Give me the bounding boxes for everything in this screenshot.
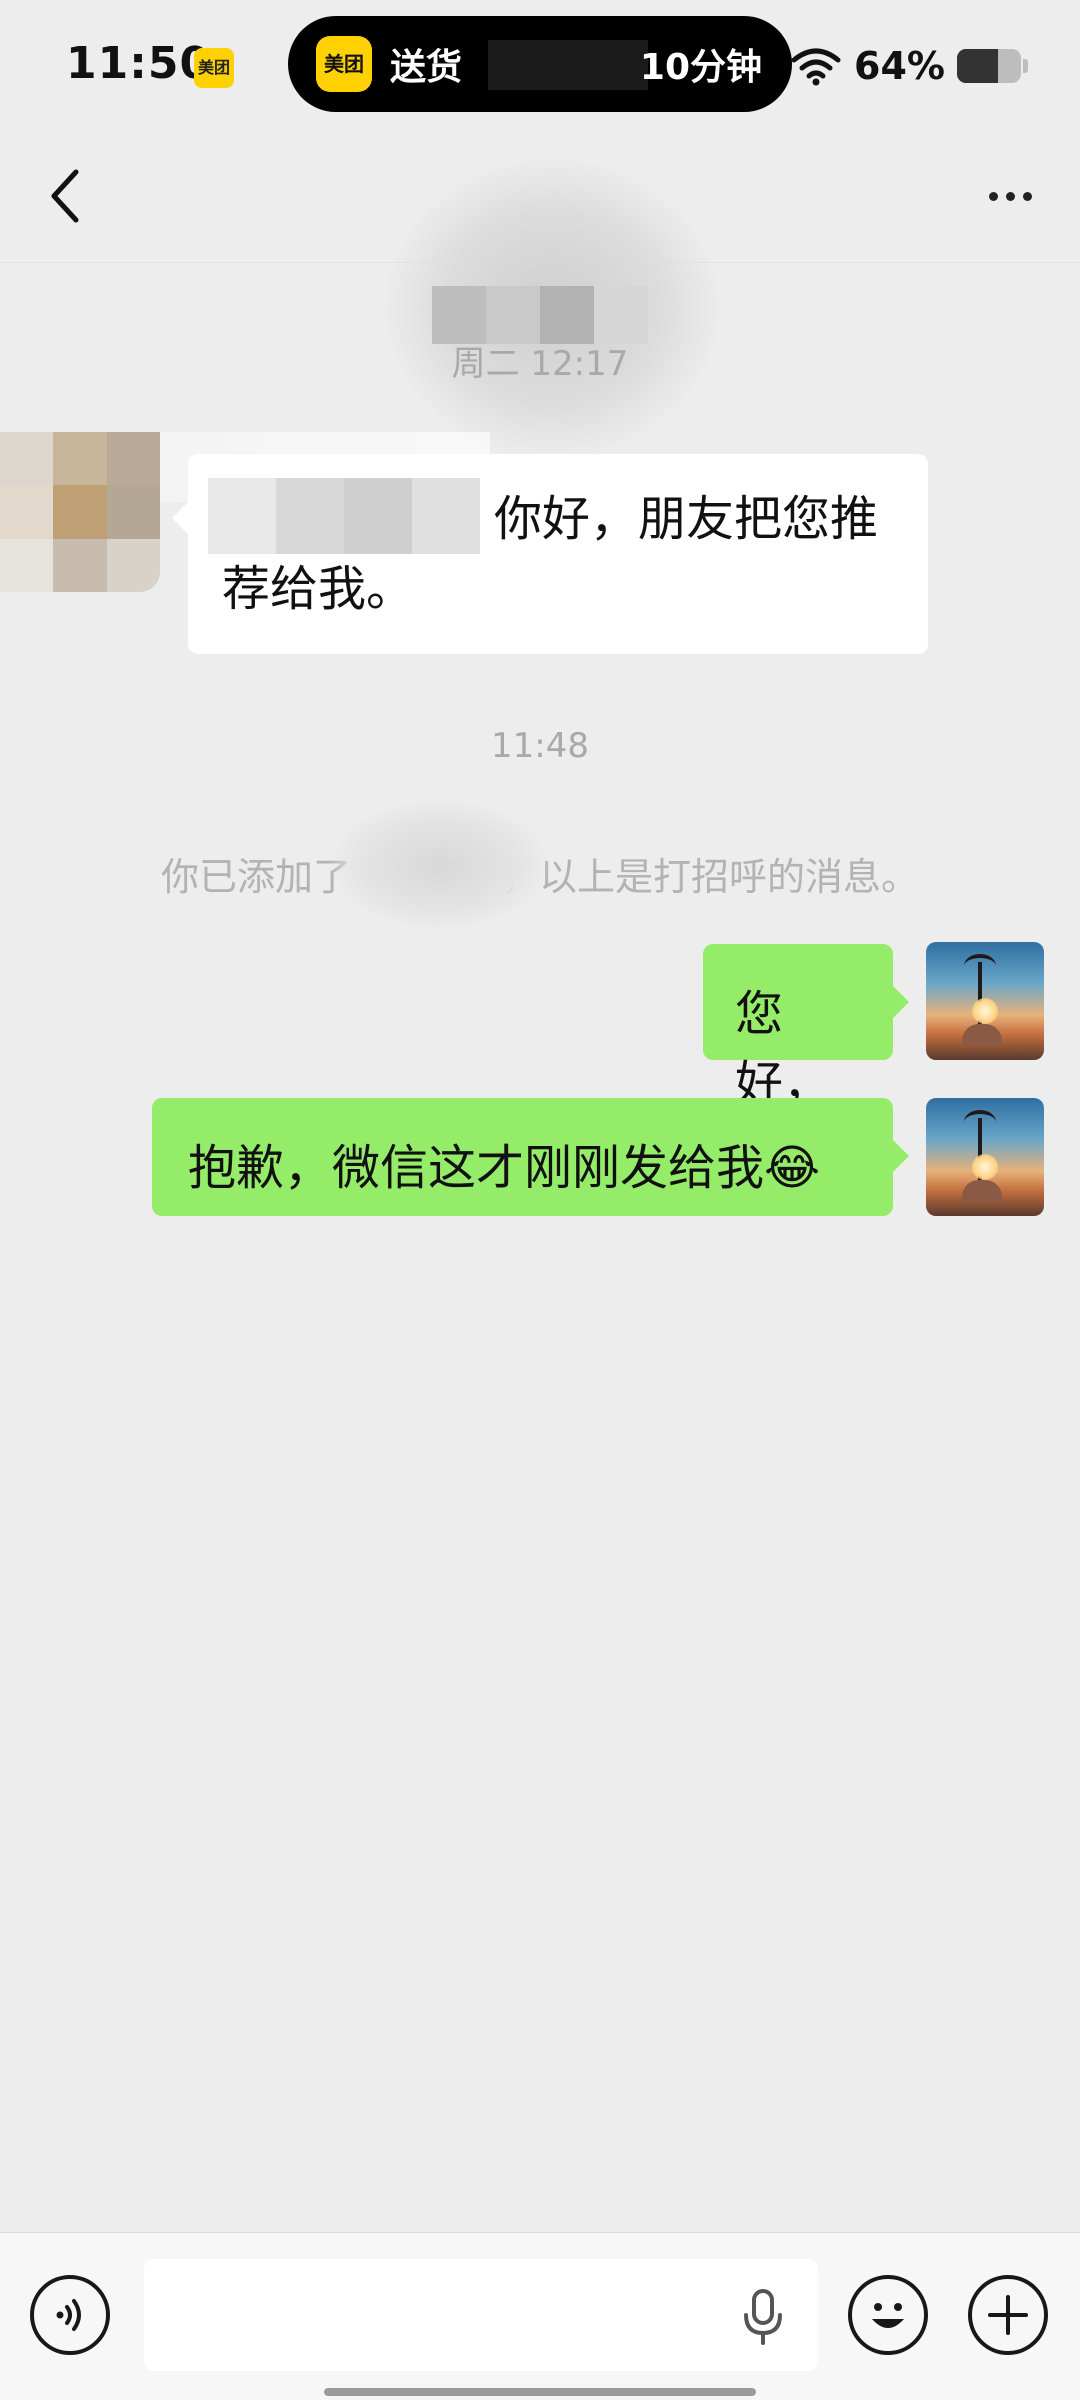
status-icons: 64% — [790, 38, 1028, 94]
emoji-smile-icon — [872, 2303, 904, 2328]
battery-fill — [957, 49, 998, 83]
redacted-block — [330, 800, 550, 930]
more-options-button[interactable] — [970, 156, 1050, 236]
island-app-icon: 美团 — [316, 36, 372, 92]
microphone-icon[interactable] — [740, 2287, 786, 2347]
redacted-block — [208, 478, 480, 554]
battery-nub — [1023, 59, 1028, 73]
my-avatar[interactable] — [926, 942, 1044, 1060]
live-activity-island[interactable]: 美团 送货 10分钟 — [288, 16, 792, 112]
redacted-block — [488, 40, 648, 90]
my-avatar[interactable] — [926, 1098, 1044, 1216]
chat-nav-bar — [0, 130, 1080, 458]
message-text-input[interactable] — [144, 2259, 818, 2371]
battery-icon — [957, 49, 1021, 83]
voice-wave-icon — [56, 2299, 81, 2331]
chat-screen: 11:50 美团 美团 送货 10分钟 64% 周二 12:17 你好，朋友把您… — [0, 0, 1080, 2400]
home-indicator[interactable] — [324, 2388, 756, 2396]
island-eta-text: 10分钟 — [639, 47, 762, 88]
status-bar: 11:50 美团 美团 送货 10分钟 64% — [0, 0, 1080, 130]
outgoing-message-text: 您好， — [735, 986, 832, 1112]
more-dots-icon — [988, 191, 998, 201]
chevron-left-icon — [51, 169, 79, 223]
battery-percent: 64% — [854, 44, 945, 88]
outgoing-message-bubble[interactable]: 您好， — [703, 944, 909, 1112]
incoming-message-bubble[interactable]: 你好，朋友把您推荐给我。 — [172, 454, 928, 654]
system-message-prefix: 你已添加了 — [160, 855, 351, 899]
message-input-bar — [0, 2232, 1080, 2400]
more-functions-button[interactable] — [968, 2275, 1048, 2355]
timestamp: 周二 12:17 — [451, 344, 629, 384]
status-time: 11:50 — [66, 38, 212, 89]
outgoing-message-bubble[interactable]: 抱歉，微信这才刚刚发给我😂 — [152, 1098, 909, 1216]
back-button[interactable] — [30, 156, 110, 236]
timestamp: 11:48 — [491, 726, 589, 766]
wifi-icon — [790, 46, 842, 86]
island-status-text: 送货 — [390, 47, 463, 88]
contact-avatar[interactable] — [0, 432, 160, 592]
voice-mode-button[interactable] — [30, 2275, 110, 2355]
outgoing-message-text: 抱歉，微信这才刚刚发给我 — [188, 1140, 765, 1196]
emoji-button[interactable] — [848, 2275, 928, 2355]
system-message-suffix: ，以上是打招呼的消息。 — [501, 855, 920, 899]
tears-of-joy-emoji: 😂 — [764, 1140, 821, 1196]
plus-icon — [988, 2295, 1028, 2335]
meituan-app-icon: 美团 — [194, 48, 234, 88]
